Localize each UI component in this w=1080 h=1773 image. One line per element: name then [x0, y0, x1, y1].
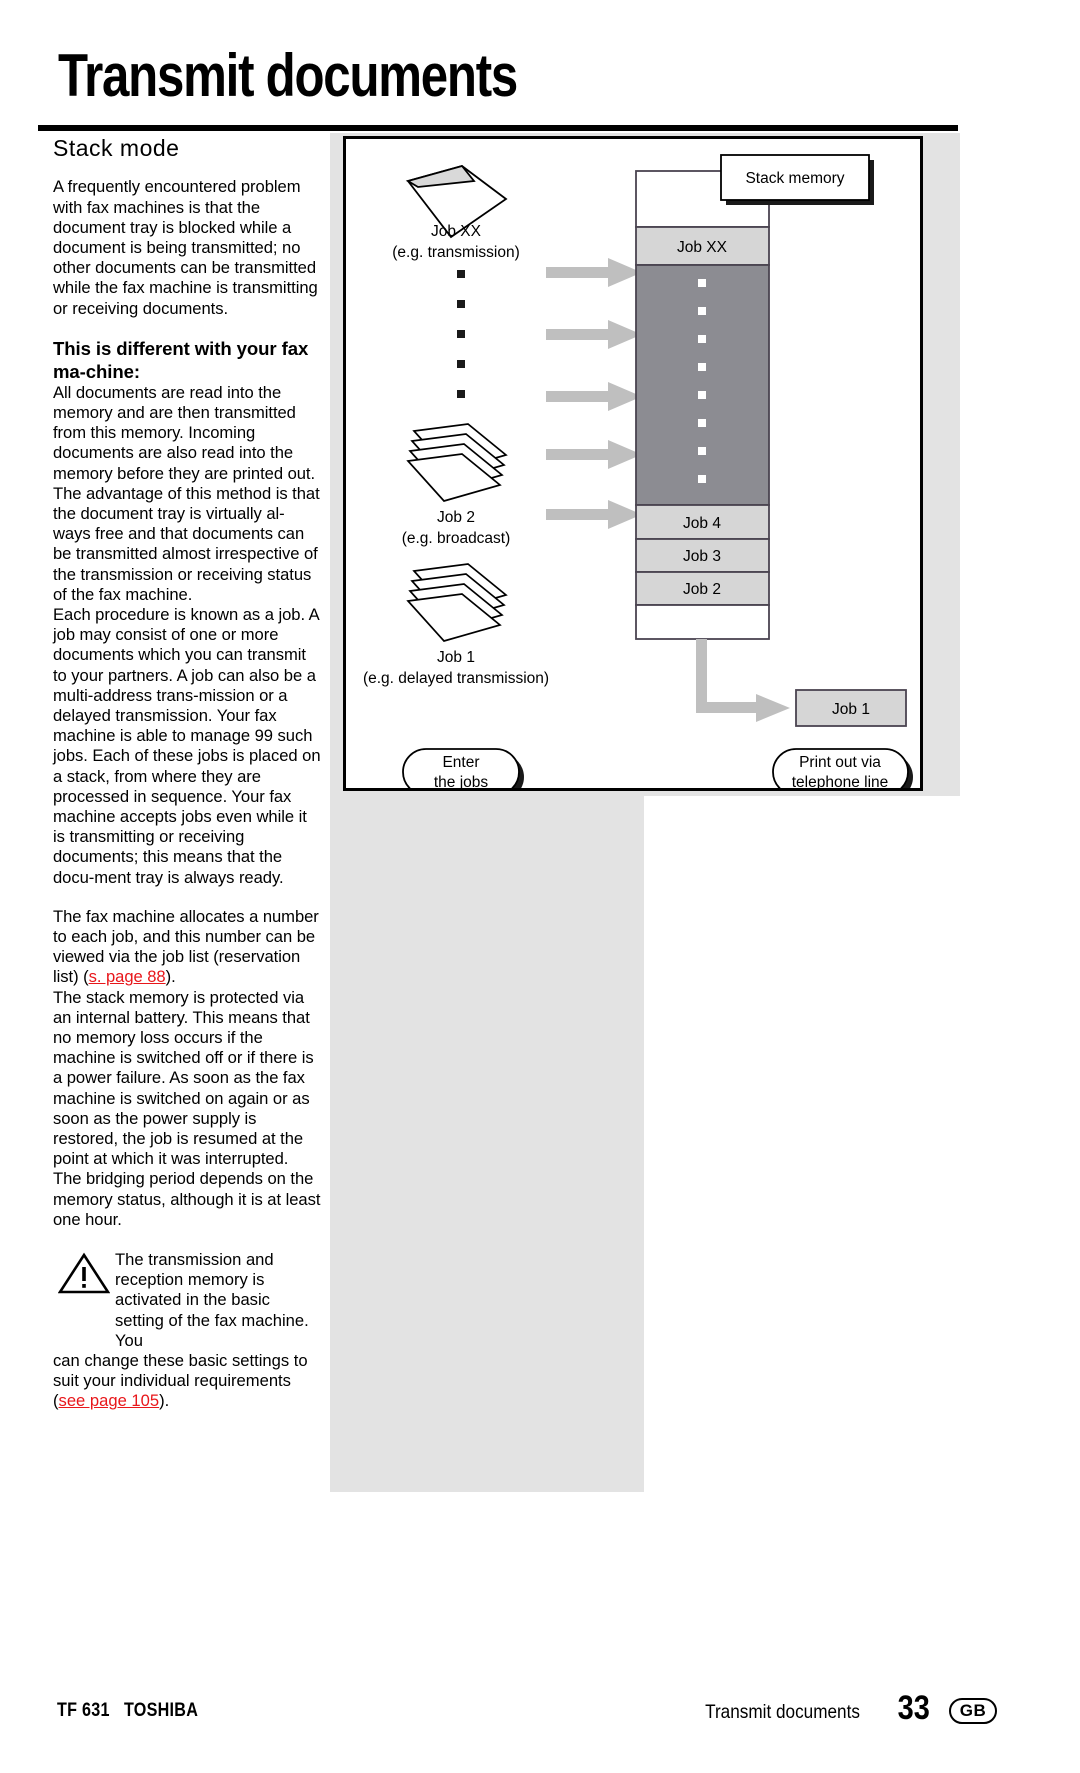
section-heading: Stack mode — [53, 135, 180, 161]
warning-triangle-icon — [58, 1252, 110, 1294]
input-job-detail-2: (e.g. delayed transmission) — [363, 670, 549, 687]
link-page-88[interactable]: s. page 88 — [89, 967, 166, 986]
flow-arrow-4 — [546, 440, 642, 469]
page-title: Transmit documents — [58, 42, 518, 109]
stack-row-label-2: Job 4 — [683, 515, 721, 532]
link-page-105[interactable]: see page 105 — [59, 1391, 160, 1410]
input-job-label-0: Job XX — [431, 223, 482, 240]
flow-arrow-5 — [546, 500, 642, 529]
footer-brand: TOSHIBA — [123, 1700, 199, 1721]
page-footer: TF 631 TOSHIBA Transmit documents 33 GB — [0, 1689, 1080, 1750]
paragraph-jobs: Each procedure is known as a job. A job … — [53, 604, 321, 887]
stack-row-label-3: Job 3 — [683, 548, 721, 565]
callout-print-out-line2: telephone line — [792, 774, 889, 788]
article-body: Stack mode A frequently encountered prob… — [53, 135, 321, 1412]
output-elbow-arrow — [696, 639, 790, 722]
stack-mode-diagram: Job XX (e.g. transmission) Job 2 (e.g. b… — [343, 136, 923, 791]
document-sheet-stack-job1 — [406, 563, 508, 642]
paragraph-memory: All documents are read into the memory a… — [53, 382, 320, 604]
stack-row-label-4: Job 2 — [683, 581, 721, 598]
input-job-label-1: Job 2 — [437, 509, 475, 526]
paragraph-battery: The stack memory is protected via an int… — [53, 987, 321, 1229]
callout-enter-jobs-line2: the jobs — [434, 774, 489, 788]
joblist-text-after: ). — [165, 967, 176, 987]
warning-text-after: ). — [159, 1391, 170, 1411]
flow-arrows — [546, 258, 642, 529]
stack-memory-label: Stack memory — [745, 170, 844, 187]
flow-arrow-2 — [546, 320, 642, 349]
footer-section: Transmit documents — [705, 1701, 860, 1723]
paragraph-joblist: The fax machine allocates a number to ea… — [53, 907, 321, 988]
warning-text-rest: can change these basic settings to suit … — [53, 1351, 321, 1412]
document-sheet-stack-job2 — [406, 423, 508, 502]
footer-region-badge: GB — [949, 1698, 997, 1724]
input-job-detail-1: (e.g. broadcast) — [402, 530, 511, 547]
input-job-detail-0: (e.g. transmission) — [392, 244, 519, 261]
paragraph-intro: A frequently encountered problem with fa… — [53, 177, 318, 318]
stack-row-label-0: Job XX — [677, 239, 728, 256]
warning-note: The transmission and reception memory is… — [53, 1250, 321, 1412]
sub-heading: This is different with your fax ma-chine… — [53, 337, 309, 382]
callout-print-out-line1: Print out via — [799, 754, 881, 771]
footer-model: TF 631 — [57, 1700, 110, 1721]
flow-arrow-3 — [546, 382, 642, 411]
output-box-label: Job 1 — [832, 701, 870, 718]
flow-arrow-1 — [546, 258, 642, 287]
footer-model-brand: TF 631 TOSHIBA — [57, 1700, 198, 1722]
footer-page-number: 33 — [897, 1689, 930, 1727]
callout-enter-jobs-line1: Enter — [442, 754, 479, 771]
title-divider — [38, 125, 958, 131]
ellipsis-dots-left — [457, 270, 465, 398]
input-job-label-2: Job 1 — [437, 649, 475, 666]
